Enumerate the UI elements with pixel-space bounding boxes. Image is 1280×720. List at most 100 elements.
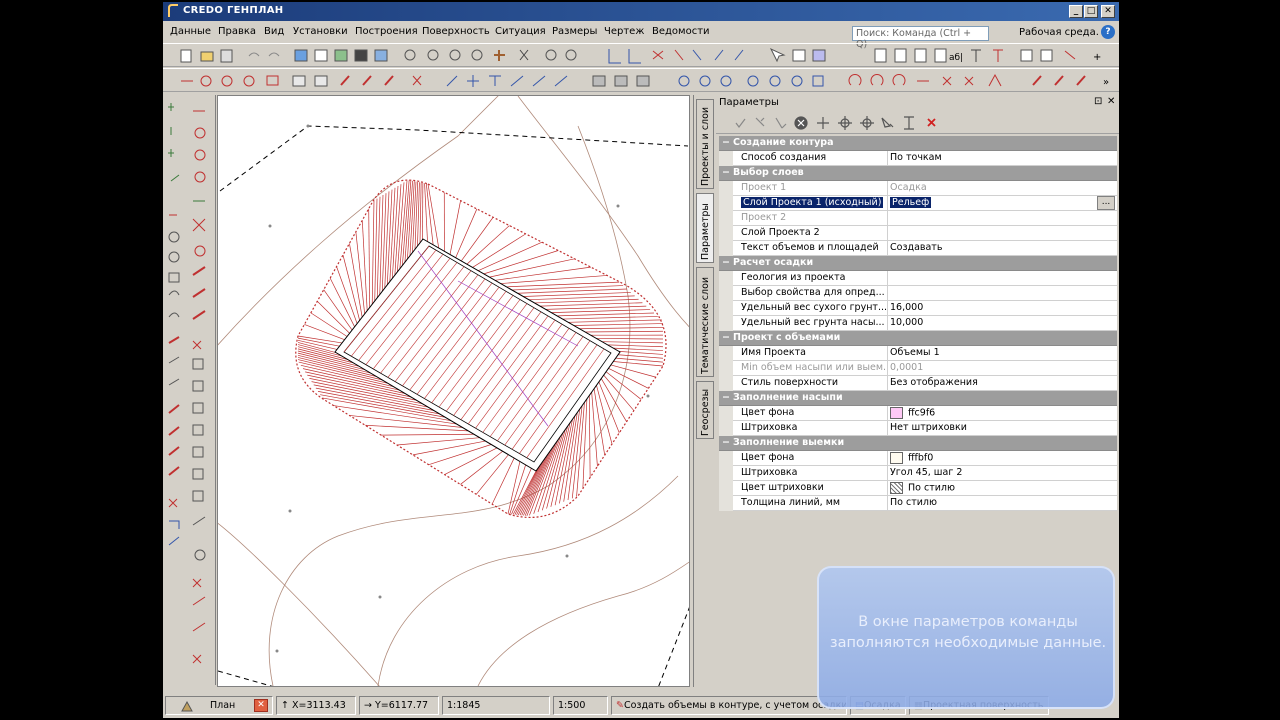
property-row[interactable]: Выбор свойства для опред... (719, 286, 1117, 301)
color-swatch (890, 407, 903, 419)
property-category[interactable]: − Заполнение выемки (719, 436, 1117, 451)
menu-data[interactable]: Данные (170, 26, 211, 37)
collapse-icon[interactable]: − (722, 137, 730, 148)
command-search-input[interactable]: Поиск: Команда (Ctrl + Q) (852, 26, 989, 50)
property-row[interactable]: Геология из проекта (719, 271, 1117, 286)
drawing-scale[interactable]: 1:500 (553, 696, 608, 715)
property-name: Штриховка (741, 422, 798, 433)
property-value[interactable]: По стилю (890, 497, 1116, 508)
property-row[interactable]: Удельный вес грунта насы... 10,000 (719, 316, 1117, 331)
property-row[interactable]: Стиль поверхности Без отображения (719, 376, 1117, 391)
property-value[interactable]: Создавать (890, 242, 1116, 253)
property-row[interactable]: Min объем насыпи или выем... 0,0001 (719, 361, 1117, 376)
property-row[interactable]: Штриховка Угол 45, шаг 2 (719, 466, 1117, 481)
property-value[interactable]: По стилю (890, 482, 1116, 494)
workspace-menu[interactable]: Рабочая среда. (1019, 27, 1099, 38)
property-name: Проект 1 (741, 182, 787, 193)
property-category[interactable]: − Заполнение насыпи (719, 391, 1117, 406)
property-name: Проект 2 (741, 212, 787, 223)
close-window-button[interactable]: ✕ (1101, 5, 1115, 18)
collapse-icon[interactable]: − (722, 257, 730, 268)
property-row[interactable]: Текст объемов и площадей Создавать (719, 241, 1117, 256)
menu-view[interactable]: Вид (264, 26, 284, 37)
property-value[interactable]: ffc9f6 (890, 407, 1116, 419)
vertical-toolbar-icons (168, 103, 206, 664)
property-row[interactable]: Толщина линий, мм По стилю (719, 496, 1117, 511)
parameters-title: Параметры (719, 97, 779, 108)
property-value[interactable]: Осадка (890, 182, 1116, 193)
property-name: Цвет фона (741, 407, 795, 418)
collapse-icon[interactable]: − (722, 167, 730, 178)
parameters-header: Параметры ⊡ ✕ (716, 95, 1119, 111)
property-name: Толщина линий, мм (741, 497, 841, 508)
property-name: Геология из проекта (741, 272, 846, 283)
property-name: Min объем насыпи или выем... (741, 362, 887, 373)
app-logo-icon (168, 4, 178, 17)
x-coordinate: ↑ X=3113.43 (276, 696, 356, 715)
property-value[interactable]: 0,0001 (890, 362, 1116, 373)
menu-situation[interactable]: Ситуация (495, 26, 546, 37)
property-category[interactable]: − Проект с объемами (719, 331, 1117, 346)
menu-surface[interactable]: Поверхность (422, 26, 490, 37)
property-grid: − Создание контура Способ создания По точка… (719, 136, 1117, 511)
property-category[interactable]: − Выбор слоев (719, 166, 1117, 181)
property-row[interactable]: Удельный вес сухого грунт... 16,000 (719, 301, 1117, 316)
browse-button[interactable]: ... (1097, 196, 1115, 210)
property-row[interactable]: Проект 1 Осадка (719, 181, 1117, 196)
scale-display[interactable]: 1:1845 (442, 696, 550, 715)
menu-constructions[interactable]: Построения (355, 26, 418, 37)
property-value[interactable]: Рельеф (890, 197, 1116, 208)
plan-drawing (218, 96, 689, 686)
property-name: Слой Проекта 2 (741, 227, 820, 238)
property-name: Штриховка (741, 467, 798, 478)
close-view-icon[interactable]: ✕ (254, 699, 268, 712)
maximize-button[interactable]: □ (1084, 5, 1098, 18)
property-value[interactable]: Объемы 1 (890, 347, 1116, 358)
property-row[interactable]: Штриховка Нет штриховки (719, 421, 1117, 436)
minimize-button[interactable]: _ (1069, 5, 1083, 18)
property-name: Способ создания (741, 152, 827, 163)
side-tab-strip: Проекты и слои Параметры Тематические сл… (693, 95, 715, 687)
property-value[interactable]: Угол 45, шаг 2 (890, 467, 1116, 478)
tab-projects-layers[interactable]: Проекты и слои (696, 99, 714, 189)
toolbar-draw: » (163, 68, 1119, 92)
property-value[interactable]: 10,000 (890, 317, 1116, 328)
menu-edit[interactable]: Правка (218, 26, 256, 37)
property-category[interactable]: − Создание контура (719, 136, 1117, 151)
property-value[interactable]: Нет штриховки (890, 422, 1116, 433)
view-mode-panel[interactable]: План ✕ (165, 696, 273, 715)
tab-geosections[interactable]: Геосрезы (696, 381, 714, 439)
help-icon[interactable]: ? (1101, 25, 1115, 39)
menu-reports[interactable]: Ведомости (652, 26, 710, 37)
property-name: Стиль поверхности (741, 377, 839, 388)
property-row[interactable]: Имя Проекта Объемы 1 (719, 346, 1117, 361)
property-name: Имя Проекта (741, 347, 806, 358)
tab-parameters[interactable]: Параметры (696, 193, 714, 263)
property-row[interactable]: Слой Проекта 1 (исходный) Рельеф... (719, 196, 1117, 211)
property-value[interactable]: По точкам (890, 152, 1116, 163)
collapse-icon[interactable]: − (722, 437, 730, 448)
plan-canvas[interactable] (217, 95, 690, 687)
window-title: CREDO ГЕНПЛАН (183, 5, 284, 16)
close-panel-icon[interactable]: ✕ (1107, 96, 1115, 107)
property-row[interactable]: Слой Проекта 2 (719, 226, 1117, 241)
property-value[interactable]: Без отображения (890, 377, 1116, 388)
svg-text:+: + (1093, 52, 1101, 63)
pin-icon[interactable]: ⊡ (1094, 96, 1102, 107)
menu-dimensions[interactable]: Размеры (552, 26, 597, 37)
tab-thematic-layers[interactable]: Тематические слои (696, 267, 714, 377)
property-row[interactable]: Цвет фона fffbf0 (719, 451, 1117, 466)
property-row[interactable]: Цвет штриховки По стилю (719, 481, 1117, 496)
menu-settings[interactable]: Установки (293, 26, 348, 37)
y-coordinate: → Y=6117.77 (359, 696, 439, 715)
property-row[interactable]: Способ создания По точкам (719, 151, 1117, 166)
property-row[interactable]: Цвет фона ffc9f6 (719, 406, 1117, 421)
collapse-icon[interactable]: − (722, 332, 730, 343)
property-row[interactable]: Проект 2 (719, 211, 1117, 226)
property-value[interactable]: fffbf0 (890, 452, 1116, 464)
menu-drawing[interactable]: Чертеж (604, 26, 644, 37)
property-name: Текст объемов и площадей (741, 242, 879, 253)
collapse-icon[interactable]: − (722, 392, 730, 403)
property-category[interactable]: − Расчет осадки (719, 256, 1117, 271)
property-value[interactable]: 16,000 (890, 302, 1116, 313)
